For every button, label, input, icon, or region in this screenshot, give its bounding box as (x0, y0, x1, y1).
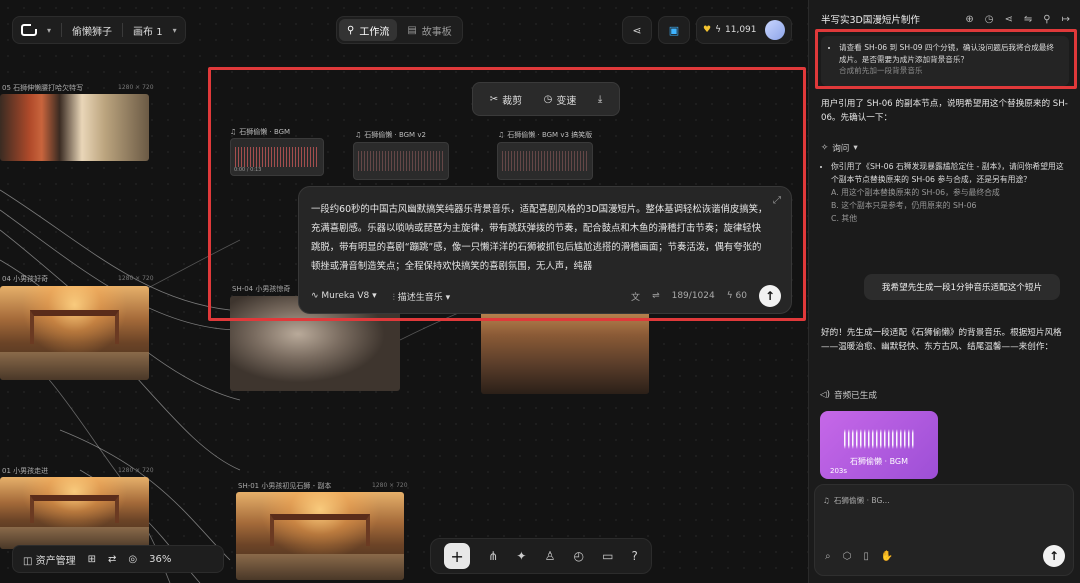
document-icon[interactable]: ▯ (863, 551, 869, 562)
node-size: 1280 × 720 (118, 84, 154, 91)
bottom-toolbar: ◫ 资产管理 ⊞ ⇄ ◎ 36% (12, 545, 224, 573)
ask-option[interactable]: C. 其他 (831, 212, 1067, 225)
arrange-icon[interactable]: ⇄ (108, 554, 116, 565)
divider (122, 23, 124, 37)
pin-icon[interactable]: ⚲ (1043, 14, 1050, 25)
history-icon[interactable]: ◷ (985, 14, 994, 25)
image-node-gate[interactable] (0, 477, 149, 549)
new-chat-icon[interactable]: ⊕ (965, 14, 973, 25)
image-node-temple[interactable] (0, 286, 149, 380)
music-icon: ♫ (823, 495, 830, 505)
ask-content: 你引用了《SH-06 石狮发现暴露尴尬定住 - 副本》，请问你希望用这个副本节点… (831, 160, 1067, 225)
ask-option[interactable]: A. 用这个副本替换原来的 SH-06，参与最终合成 (831, 186, 1067, 199)
image-node-gate-copy[interactable] (236, 492, 404, 580)
ask-question: 你引用了《SH-06 石狮发现暴露尴尬定住 - 副本》，请问你希望用这个副本节点… (831, 160, 1067, 186)
bolt-icon: ϟ (715, 25, 722, 35)
music-duration: 203s (830, 467, 848, 475)
app-logo-icon[interactable] (21, 24, 37, 36)
divider (61, 23, 63, 37)
chevron-down-icon: ▾ (853, 143, 858, 153)
node-title: 04 小男孩好奇 (2, 275, 49, 283)
node-title: SH-01 小男孩初见石狮 - 副本 (238, 482, 332, 490)
ask-label: 询问 (832, 144, 850, 154)
fit-icon[interactable]: ◎ (128, 554, 137, 565)
highlight-box (208, 67, 806, 321)
storyboard-icon: ▤ (407, 24, 417, 36)
add-node-button[interactable]: + (444, 543, 471, 569)
vip-icon: ♥ (703, 25, 712, 35)
node-title: 05 石狮伸懒腰打哈欠特写 (2, 84, 84, 92)
audio-status: ◁) 音频已生成 (820, 389, 877, 401)
user-message: 我希望先生成一段1分钟音乐适配这个短片 (864, 274, 1060, 300)
collapse-icon[interactable]: ↦ (1062, 14, 1070, 25)
node-size: 1280 × 720 (118, 275, 154, 282)
project-name[interactable]: 偷懒狮子 (72, 23, 112, 38)
sparkle-icon: ✧ (821, 143, 829, 153)
panel-header: 半写实3D国漫短片制作 ⊕ ◷ ⋖ ⇋ ⚲ ↦ (821, 12, 1070, 27)
music-title: 石狮偷懒 · BGM (849, 457, 909, 466)
image-icon[interactable]: ▭ (602, 549, 613, 563)
magic-icon[interactable]: ✦ (516, 549, 526, 563)
workflow-canvas[interactable]: ▾ 偷懒狮子 画布 1 ▾ ⚲ 工作流 ▤ 故事板 ⋖ ▣ ♥ ϟ 11,091… (0, 0, 808, 583)
history-icon[interactable]: ◴ (573, 549, 583, 563)
attachment-chip[interactable]: ♫ 石狮偷懒 · BG... (823, 492, 890, 508)
share-icon: ⋖ (632, 23, 642, 37)
filter-icon[interactable]: ⇋ (1024, 14, 1032, 25)
assistant-reply: 好的！先生成一段适配《石狮偷懒》的背景音乐。根据短片风格——温暖治愈、幽默轻快、… (821, 328, 1062, 352)
send-button[interactable]: ↑ (1043, 545, 1065, 567)
chip-label: 石狮偷懒 · BG... (833, 495, 890, 505)
canvas-selector[interactable]: 画布 1 (133, 23, 163, 38)
attach-icon[interactable]: ⌕ (825, 551, 831, 562)
assistant-reply: 用户引用了 SH-06 的副本节点，说明希望用这个替换原来的 SH-06。先确认… (821, 99, 1068, 123)
tool-dock: + ⋔ ✦ ♙ ◴ ▭ ? (430, 538, 652, 574)
view-tabs: ⚲ 工作流 ▤ 故事板 (336, 16, 463, 44)
tab-workflow[interactable]: ⚲ 工作流 (339, 19, 398, 41)
ask-toggle[interactable]: ✧ 询问 ▾ (821, 142, 858, 154)
store-button[interactable]: ▣ (658, 16, 690, 44)
credits-count: 11,091 (725, 25, 757, 35)
character-icon[interactable]: ♙ (545, 549, 556, 563)
chevron-down-icon[interactable]: ▾ (173, 26, 177, 35)
grid-icon[interactable]: ⊞ (88, 554, 96, 565)
zoom-level[interactable]: 36% (149, 554, 171, 565)
node-title: 01 小男孩走进 (2, 467, 49, 475)
credits-display[interactable]: ♥ ϟ 11,091 (696, 16, 792, 44)
node-size: 1280 × 720 (372, 482, 408, 489)
input-actions: ⌕ ⬡ ▯ ✋ ↑ (825, 545, 1065, 567)
image-node-pillar[interactable] (0, 94, 149, 161)
workflow-icon: ⚲ (347, 24, 355, 36)
assets-label: 资产管理 (35, 555, 76, 567)
connect-icon[interactable]: ⋔ (488, 549, 498, 563)
tab-label: 故事板 (421, 26, 452, 38)
panel-title: 半写实3D国漫短片制作 (821, 15, 920, 26)
ask-option[interactable]: B. 这个副本只是参考，仍用原来的 SH-06 (831, 199, 1067, 212)
node-size: 1280 × 720 (118, 467, 154, 474)
chevron-down-icon[interactable]: ▾ (47, 26, 51, 35)
share-icon[interactable]: ⋖ (1005, 14, 1013, 25)
share-button[interactable]: ⋖ (622, 16, 652, 44)
generated-music-card[interactable]: 石狮偷懒 · BGM 203s (820, 411, 938, 479)
avatar[interactable] (765, 20, 785, 40)
panel-actions: ⊕ ◷ ⋖ ⇋ ⚲ ↦ (965, 14, 1070, 25)
waveform-icon (844, 429, 914, 449)
hand-icon[interactable]: ✋ (881, 551, 893, 562)
help-icon[interactable]: ? (632, 549, 638, 563)
speaker-icon: ◁) (820, 390, 830, 400)
tab-label: 工作流 (359, 26, 390, 38)
tab-storyboard[interactable]: ▤ 故事板 (399, 19, 459, 41)
highlight-box (815, 29, 1077, 89)
panel-icon: ◫ (23, 555, 33, 567)
cube-icon[interactable]: ⬡ (843, 551, 852, 562)
chat-input[interactable]: ♫ 石狮偷懒 · BG... ⌕ ⬡ ▯ ✋ ↑ (814, 484, 1074, 576)
store-icon: ▣ (668, 23, 680, 37)
audio-status-label: 音频已生成 (833, 391, 877, 401)
project-toolbar: ▾ 偷懒狮子 画布 1 ▾ (12, 16, 186, 44)
asset-manager-button[interactable]: ◫ 资产管理 (23, 552, 76, 567)
